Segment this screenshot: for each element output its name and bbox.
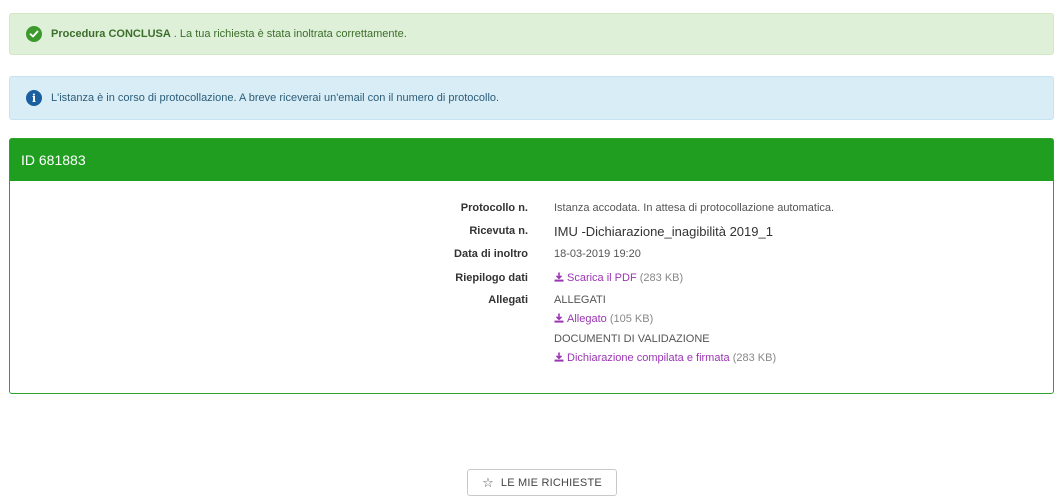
value-riepilogo: Scarica il PDF (283 KB) [554, 272, 683, 285]
label-riepilogo: Riepilogo dati [455, 272, 528, 284]
success-message: Procedura CONCLUSA. La tua richiesta è s… [51, 28, 407, 40]
details-list: Protocollo n. Istanza accodata. In attes… [10, 202, 1053, 369]
allegato-size: (105 KB) [609, 313, 654, 325]
download-pdf-label: Scarica il PDF [567, 271, 637, 284]
row-allegati: Allegati ALLEGATI Allegato (105 KB) DOCU… [10, 294, 1053, 369]
my-requests-label: LE MIE RICHIESTE [500, 476, 602, 489]
value-data: 18-03-2019 19:20 [554, 248, 641, 260]
allegato-item: Allegato (105 KB) [554, 310, 776, 330]
dichiarazione-size: (283 KB) [732, 352, 777, 364]
star-icon: ☆ [482, 474, 494, 490]
request-panel: ID 681883 Protocollo n. Istanza accodata… [9, 138, 1054, 394]
allegato-link[interactable]: Allegato [554, 313, 610, 325]
check-circle-icon [26, 26, 42, 42]
download-icon [554, 311, 564, 330]
dichiarazione-item: Dichiarazione compilata e firmata (283 K… [554, 349, 776, 369]
info-circle-icon: i [26, 90, 42, 106]
validazione-group-title: DOCUMENTI DI VALIDAZIONE [554, 333, 710, 345]
row-riepilogo: Riepilogo dati Scarica il PDF (283 KB) [10, 266, 1053, 290]
allegati-group-title: ALLEGATI [554, 294, 606, 306]
download-pdf-link[interactable]: Scarica il PDF [554, 272, 640, 284]
success-text: . La tua richiesta è stata inoltrata cor… [173, 28, 407, 40]
panel-title: ID 681883 [21, 152, 86, 168]
success-alert: Procedura CONCLUSA. La tua richiesta è s… [9, 13, 1054, 55]
row-ricevuta: Ricevuta n. IMU -Dichiarazione_inagibili… [10, 220, 1053, 242]
download-icon [554, 272, 564, 285]
dichiarazione-link[interactable]: Dichiarazione compilata e firmata [554, 352, 733, 364]
label-data: Data di inoltro [454, 248, 528, 260]
dichiarazione-label: Dichiarazione compilata e firmata [567, 352, 730, 364]
label-allegati: Allegati [488, 294, 528, 306]
success-strong: Procedura CONCLUSA [51, 28, 171, 40]
pdf-size: (283 KB) [639, 271, 684, 284]
download-icon [554, 350, 564, 369]
label-ricevuta: Ricevuta n. [469, 225, 528, 237]
value-allegati: ALLEGATI Allegato (105 KB) DOCUMENTI DI … [554, 291, 776, 369]
my-requests-button[interactable]: ☆ LE MIE RICHIESTE [467, 469, 617, 496]
row-data: Data di inoltro 18-03-2019 19:20 [10, 242, 1053, 266]
info-message: L'istanza è in corso di protocollazione.… [51, 92, 500, 104]
panel-heading: ID 681883 [10, 139, 1053, 181]
allegato-label: Allegato [567, 313, 607, 325]
value-ricevuta: IMU -Dichiarazione_inagibilità 2019_1 [554, 223, 773, 239]
info-alert: i L'istanza è in corso di protocollazion… [9, 76, 1054, 120]
